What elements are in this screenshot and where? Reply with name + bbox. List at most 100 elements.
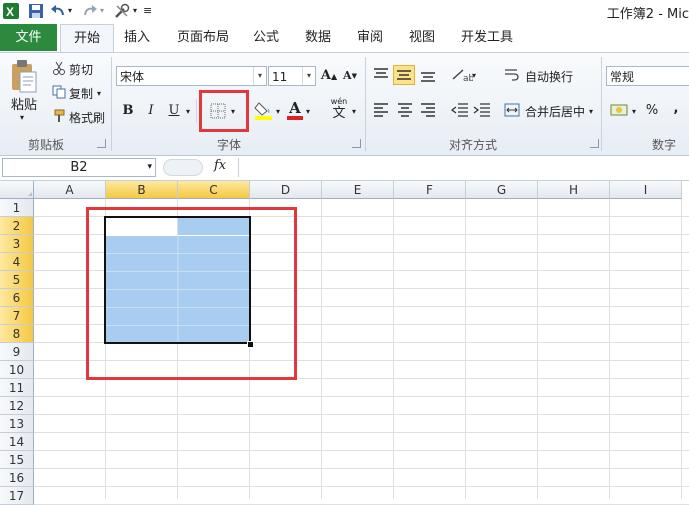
row-header-4[interactable]: 4: [0, 253, 34, 271]
paste-button[interactable]: 粘贴: [11, 94, 37, 113]
increase-indent-icon[interactable]: [473, 102, 491, 118]
row-header-7[interactable]: 7: [0, 307, 34, 325]
tools-icon[interactable]: [114, 3, 130, 19]
underline-button[interactable]: U: [164, 101, 184, 121]
row-header-12[interactable]: 12: [0, 397, 34, 415]
grow-font-label: A: [320, 68, 331, 83]
font-color-button[interactable]: A: [286, 99, 304, 121]
currency-dropdown-icon[interactable]: ▾: [632, 107, 636, 116]
row-header-6[interactable]: 6: [0, 289, 34, 307]
align-left-icon[interactable]: [372, 102, 390, 118]
tab-insert[interactable]: 插入: [124, 24, 150, 51]
paste-dropdown-icon[interactable]: ▾: [20, 113, 24, 122]
column-header-i[interactable]: I: [610, 181, 682, 199]
bottom-align-icon[interactable]: [419, 67, 437, 83]
undo-dropdown-icon[interactable]: ▾: [68, 3, 76, 19]
row-header-8[interactable]: 8: [0, 325, 34, 343]
row-header-13[interactable]: 13: [0, 415, 34, 433]
column-header-f[interactable]: F: [394, 181, 466, 199]
row-header-14[interactable]: 14: [0, 433, 34, 451]
cut-button[interactable]: 剪切: [52, 61, 93, 78]
column-header-e[interactable]: E: [322, 181, 394, 199]
insert-function-icon[interactable]: fx: [214, 158, 226, 173]
shrink-font-button[interactable]: A▼: [340, 66, 360, 86]
wrap-text-button[interactable]: 自动换行: [504, 68, 573, 85]
column-header-c[interactable]: C: [178, 181, 250, 199]
font-name-combo[interactable]: 宋体 ▾: [116, 66, 267, 86]
tab-file[interactable]: 文件: [0, 24, 57, 51]
font-color-swatch: [287, 116, 303, 120]
undo-icon[interactable]: [50, 3, 66, 19]
tab-page-layout[interactable]: 页面布局: [177, 24, 229, 51]
row-header-15[interactable]: 15: [0, 451, 34, 469]
tab-home[interactable]: 开始: [60, 24, 114, 52]
column-header-a[interactable]: A: [34, 181, 106, 199]
number-format-combo[interactable]: 常规: [606, 66, 689, 86]
row-header-2[interactable]: 2: [0, 217, 34, 235]
fill-color-dropdown-icon[interactable]: ▾: [276, 107, 280, 116]
worksheet-grid[interactable]: ABCDEFGHI 1 2 3 4 5 6 7 8 9 10 11 12 13 14 15 16 17: [0, 181, 689, 505]
top-align-icon[interactable]: [372, 67, 390, 83]
column-header-h[interactable]: H: [538, 181, 610, 199]
merge-center-icon: [504, 103, 522, 120]
underline-dropdown-icon[interactable]: ▾: [186, 107, 190, 116]
row-header-9[interactable]: 9: [0, 343, 34, 361]
merge-center-dropdown-icon[interactable]: ▾: [589, 107, 593, 116]
formula-input[interactable]: [238, 158, 689, 177]
font-dialog-launcher-icon[interactable]: [352, 139, 361, 148]
row-header-10[interactable]: 10: [0, 361, 34, 379]
copy-dropdown-icon[interactable]: ▾: [97, 89, 101, 98]
italic-button[interactable]: I: [141, 101, 161, 121]
copy-button[interactable]: 复制 ▾: [52, 85, 101, 102]
currency-icon[interactable]: [610, 101, 630, 119]
column-header-d[interactable]: D: [250, 181, 322, 199]
grow-font-button[interactable]: A▲: [319, 66, 339, 86]
row-header-16[interactable]: 16: [0, 469, 34, 487]
name-box-dropdown-icon[interactable]: ▾: [147, 159, 152, 176]
column-header-g[interactable]: G: [466, 181, 538, 199]
group-divider: [111, 57, 112, 151]
phonetic-dropdown-icon[interactable]: ▾: [352, 107, 356, 116]
row-header-11[interactable]: 11: [0, 379, 34, 397]
tab-developer[interactable]: 开发工具: [461, 24, 513, 51]
redo-icon[interactable]: [82, 3, 98, 19]
fill-color-icon[interactable]: [254, 99, 274, 121]
column-header-b[interactable]: B: [106, 181, 178, 199]
percent-button[interactable]: %: [642, 101, 662, 121]
row-header-1[interactable]: 1: [0, 199, 34, 217]
align-center-icon[interactable]: [396, 102, 414, 118]
name-box[interactable]: B2 ▾: [2, 158, 156, 177]
row-header-5[interactable]: 5: [0, 271, 34, 289]
row-header-3[interactable]: 3: [0, 235, 34, 253]
font-size-combo[interactable]: 11 ▾: [268, 66, 316, 86]
format-painter-button[interactable]: 格式刷: [52, 109, 105, 126]
orientation-dropdown-icon[interactable]: ▾: [472, 71, 476, 80]
customize-qat-icon[interactable]: ≡: [143, 3, 152, 19]
wrap-text-icon: [504, 68, 522, 85]
tab-review[interactable]: 审阅: [357, 24, 383, 51]
tools-dropdown-icon[interactable]: ▾: [133, 3, 141, 19]
decrease-indent-icon[interactable]: [450, 102, 469, 118]
clipboard-dialog-launcher-icon[interactable]: [97, 139, 106, 148]
bold-button[interactable]: B: [118, 101, 138, 121]
middle-align-icon[interactable]: [393, 65, 415, 85]
orientation-icon[interactable]: ab: [451, 67, 475, 84]
row-header-17[interactable]: 17: [0, 487, 34, 505]
phonetic-button[interactable]: wén 文: [328, 97, 350, 123]
font-name-dropdown-icon[interactable]: ▾: [253, 67, 266, 85]
save-icon[interactable]: [28, 3, 44, 19]
comma-button[interactable]: ,: [666, 99, 686, 119]
redo-dropdown-icon[interactable]: ▾: [100, 3, 108, 19]
select-all-corner[interactable]: [0, 181, 34, 199]
tab-view[interactable]: 视图: [409, 24, 435, 51]
merge-center-button[interactable]: 合并后居中 ▾: [504, 103, 593, 120]
tab-data[interactable]: 数据: [305, 24, 331, 51]
paste-icon[interactable]: [8, 58, 40, 98]
align-right-icon[interactable]: [419, 102, 437, 118]
formula-bar-resize-handle[interactable]: [163, 159, 203, 176]
tab-formulas[interactable]: 公式: [253, 24, 279, 51]
font-size-dropdown-icon[interactable]: ▾: [302, 67, 315, 85]
merge-center-label: 合并后居中: [525, 105, 586, 119]
font-color-dropdown-icon[interactable]: ▾: [306, 107, 310, 116]
alignment-dialog-launcher-icon[interactable]: [590, 139, 599, 148]
